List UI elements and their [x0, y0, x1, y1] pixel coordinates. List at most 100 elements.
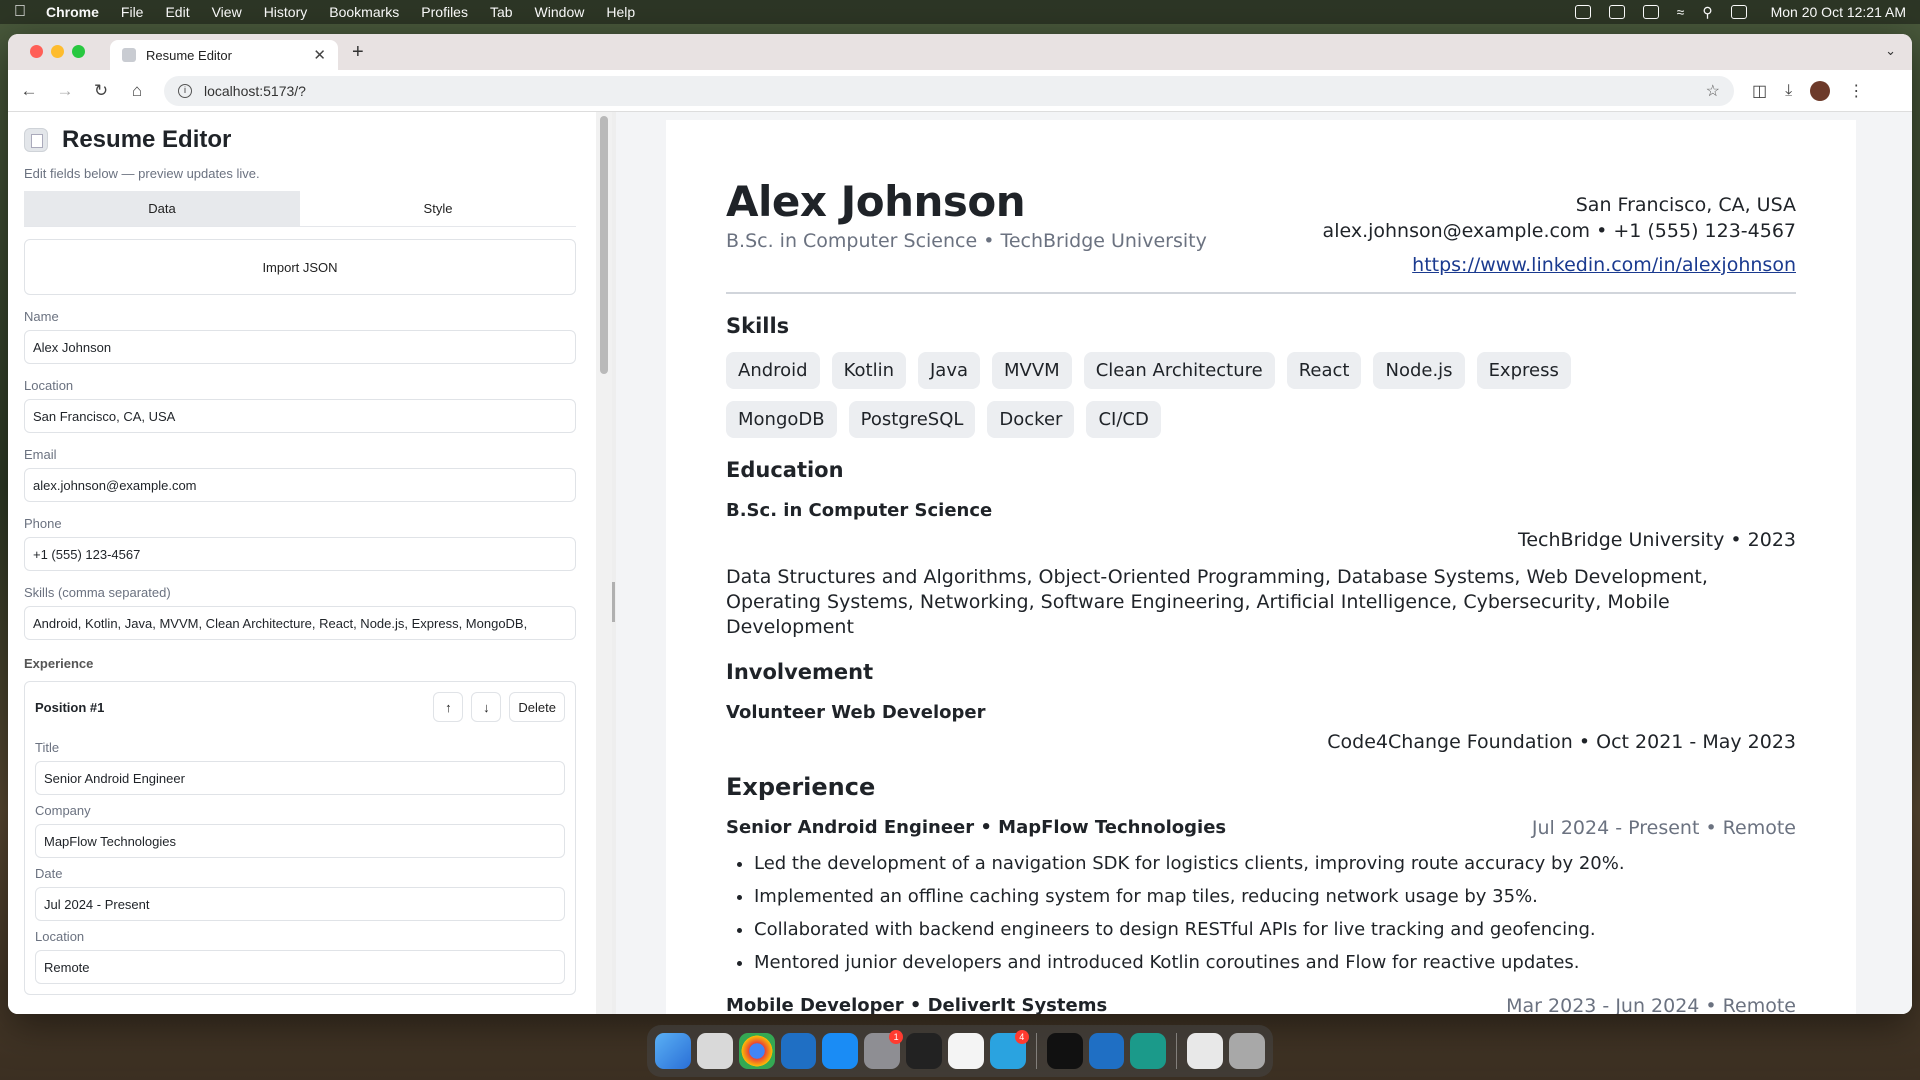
- experience-bullet: Implemented an offline caching system fo…: [754, 880, 1796, 913]
- close-tab-icon[interactable]: ✕: [313, 46, 326, 64]
- app-store-icon[interactable]: [822, 1033, 859, 1069]
- skill-chip: Docker: [987, 401, 1075, 438]
- editor-subtitle: Edit fields below — preview updates live…: [24, 166, 260, 181]
- phone-input[interactable]: +1 (555) 123-4567: [24, 537, 576, 571]
- display-icon[interactable]: [1642, 5, 1659, 19]
- trash-icon[interactable]: [1229, 1033, 1266, 1069]
- skill-chip: Node.js: [1373, 352, 1465, 389]
- apple-menu-icon[interactable]: : [14, 3, 26, 21]
- reload-icon[interactable]: ↻: [92, 81, 110, 101]
- telegram-icon[interactable]: 4: [989, 1030, 1029, 1069]
- cloud-icon[interactable]: [1608, 5, 1625, 19]
- vscode-icon[interactable]: [1088, 1033, 1125, 1069]
- chrome-icon[interactable]: [738, 1033, 775, 1069]
- import-json-button[interactable]: Import JSON: [24, 239, 576, 295]
- tab-style[interactable]: Style: [300, 191, 576, 226]
- skills-label: Skills (comma separated): [24, 585, 171, 600]
- position-date-input[interactable]: Jul 2024 - Present: [35, 887, 565, 921]
- menu-window[interactable]: Window: [535, 4, 585, 20]
- location-input[interactable]: San Francisco, CA, USA: [24, 399, 576, 433]
- skill-chip: MVVM: [992, 352, 1072, 389]
- profile-avatar[interactable]: [1810, 80, 1831, 101]
- terminal-icon[interactable]: [1046, 1033, 1083, 1069]
- launchpad-icon[interactable]: [696, 1033, 733, 1069]
- resume-contact-line: alex.johnson@example.com • +1 (555) 123-…: [1322, 220, 1796, 242]
- skill-chip: Express: [1476, 352, 1571, 389]
- home-icon[interactable]: ⌂: [128, 81, 146, 101]
- education-degree: B.Sc. in Computer Science: [726, 500, 993, 521]
- wifi-icon[interactable]: ≈: [1677, 4, 1685, 20]
- position-location-input[interactable]: Remote: [35, 950, 565, 984]
- finder-icon[interactable]: [655, 1033, 691, 1069]
- editor-scrollbar[interactable]: [596, 112, 612, 1014]
- delete-position-button[interactable]: Delete: [509, 692, 565, 722]
- splitter-grip[interactable]: [612, 582, 615, 622]
- tab-title: Resume Editor: [146, 47, 232, 63]
- vscode-insiders-icon[interactable]: [1130, 1033, 1167, 1069]
- download-icon[interactable]: ⤓: [1785, 82, 1792, 100]
- skills-input[interactable]: Android, Kotlin, Java, MVVM, Clean Archi…: [24, 606, 576, 640]
- forward-arrow-icon[interactable]: →: [56, 81, 74, 101]
- skills-heading: Skills: [726, 314, 790, 338]
- site-info-icon[interactable]: i: [178, 83, 192, 98]
- url-text[interactable]: localhost:5173/?: [204, 83, 306, 99]
- skill-chip: Kotlin: [831, 352, 906, 389]
- position-title-input[interactable]: Senior Android Engineer: [35, 761, 565, 795]
- status-app-icon[interactable]: [1574, 5, 1591, 19]
- new-tab-button[interactable]: +: [352, 41, 364, 64]
- menu-app-name[interactable]: Chrome: [46, 4, 99, 20]
- scrollbar-thumb[interactable]: [600, 116, 608, 374]
- skill-chip: CI/CD: [1086, 401, 1161, 438]
- resume-linkedin-link[interactable]: https://www.linkedin.com/in/alexjohnson: [1323, 252, 1796, 278]
- vscode-icon[interactable]: [780, 1033, 817, 1069]
- name-input[interactable]: Alex Johnson: [24, 330, 576, 364]
- menu-view[interactable]: View: [212, 4, 242, 20]
- skill-chip: PostgreSQL: [848, 401, 976, 438]
- menu-help[interactable]: Help: [606, 4, 635, 20]
- close-window-button[interactable]: [30, 45, 43, 58]
- browser-tab[interactable]: Resume Editor ✕: [110, 40, 338, 70]
- menu-file[interactable]: File: [121, 4, 144, 20]
- experience-role-line: Senior Android Engineer • MapFlow Techno…: [726, 817, 1227, 838]
- extensions-icon[interactable]: ◫: [1752, 81, 1767, 101]
- tab-search-chevron-icon[interactable]: ⌄: [1885, 43, 1896, 59]
- address-bar[interactable]: i localhost:5173/? ☆: [164, 75, 1734, 106]
- editor-panel: Resume Editor Edit fields below — previe…: [8, 112, 596, 1014]
- activity-monitor-icon[interactable]: [906, 1033, 943, 1069]
- menu-profiles[interactable]: Profiles: [421, 4, 468, 20]
- experience-entry-header: Mobile Developer • DeliverIt Systems Mar…: [726, 995, 1796, 1014]
- back-arrow-icon[interactable]: ←: [20, 81, 38, 101]
- education-heading: Education: [726, 458, 844, 482]
- menu-history[interactable]: History: [264, 4, 308, 20]
- bookmark-star-icon[interactable]: ☆: [1706, 81, 1720, 101]
- experience-meta: Jul 2024 - Present • Remote: [1531, 817, 1796, 839]
- menu-edit[interactable]: Edit: [165, 4, 189, 20]
- skills-chips: Android Kotlin Java MVVM Clean Architect…: [726, 352, 1686, 438]
- preview-icon[interactable]: [1187, 1033, 1224, 1069]
- dock-separator: [1035, 1033, 1037, 1069]
- experience-bullet: Collaborated with backend engineers to d…: [754, 913, 1796, 946]
- telegram-badge: 4: [1014, 1030, 1029, 1044]
- system-settings-icon[interactable]: 1: [864, 1030, 904, 1069]
- tab-data[interactable]: Data: [24, 191, 300, 226]
- minimize-window-button[interactable]: [51, 45, 64, 58]
- name-label: Name: [24, 309, 59, 324]
- position-company-input[interactable]: MapFlow Technologies: [35, 824, 565, 858]
- skill-chip: Android: [726, 352, 820, 389]
- move-up-button[interactable]: ↑: [433, 692, 464, 722]
- zoom-window-button[interactable]: [72, 45, 85, 58]
- menu-tab[interactable]: Tab: [490, 4, 513, 20]
- resume-contact: San Francisco, CA, USA alex.johnson@exam…: [1323, 180, 1796, 278]
- skill-chip: Clean Architecture: [1083, 352, 1275, 389]
- editor-header: Resume Editor: [24, 126, 576, 154]
- email-input[interactable]: alex.johnson@example.com: [24, 468, 576, 502]
- menu-bookmarks[interactable]: Bookmarks: [329, 4, 399, 20]
- system-settings-badge: 1: [889, 1030, 904, 1044]
- menu-clock[interactable]: Mon 20 Oct 12:21 AM: [1771, 4, 1906, 20]
- education-description: Data Structures and Algorithms, Object-O…: [726, 566, 1708, 638]
- control-center-icon[interactable]: [1730, 5, 1747, 19]
- move-down-button[interactable]: ↓: [471, 692, 502, 722]
- xcode-icon[interactable]: [948, 1033, 984, 1069]
- more-menu-icon[interactable]: ⋮: [1848, 81, 1864, 101]
- spotlight-search-icon[interactable]: ⚲: [1702, 4, 1712, 21]
